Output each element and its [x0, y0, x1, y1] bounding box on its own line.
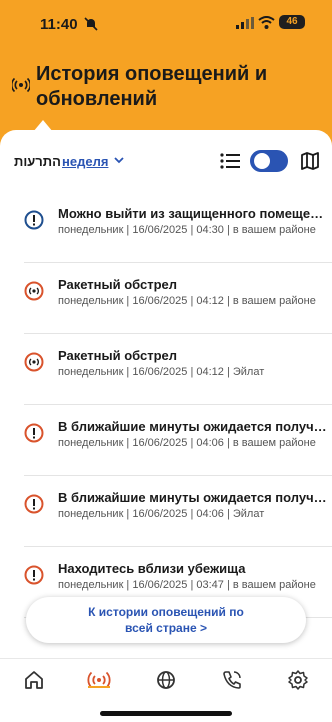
wifi-icon	[258, 16, 275, 29]
alert-item[interactable]: Ракетный обстрел понедельник | 16/06/202…	[24, 334, 332, 405]
alert-meta: понедельник | 16/06/2025 | 03:47 | в ваш…	[58, 579, 316, 591]
country-history-button[interactable]: К истории оповещений по всей стране >	[26, 597, 306, 643]
alert-item[interactable]: Можно выйти из защищенного помещения пон…	[24, 192, 332, 263]
home-indicator	[100, 711, 232, 716]
alert-title: В ближайшие минуты ожидается получе...	[58, 419, 330, 434]
alert-title: Ракетный обстрел	[58, 348, 178, 363]
period-dropdown[interactable]: неделя	[62, 154, 108, 169]
alert-title: Находитесь вблизи убежища	[58, 561, 246, 576]
rocket-alert-icon	[24, 352, 44, 372]
alert-item[interactable]: В ближайшие минуты ожидается получе... п…	[24, 476, 332, 547]
view-toggle[interactable]	[250, 150, 288, 172]
active-tab-indicator	[88, 686, 110, 688]
phone-icon[interactable]	[219, 667, 245, 693]
list-view-icon[interactable]	[220, 152, 240, 170]
filter-bar: התרעות неделя	[14, 150, 324, 174]
filter-label: התרעות	[14, 154, 61, 169]
chevron-down-icon[interactable]	[113, 154, 125, 166]
rocket-alert-icon	[24, 281, 44, 301]
alert-meta: понедельник | 16/06/2025 | 04:30 | в ваш…	[58, 224, 316, 236]
country-history-line1: К истории оповещений по	[88, 605, 244, 619]
sheet-notch	[33, 120, 53, 132]
status-time: 11:40	[40, 16, 78, 33]
cellular-signal-icon	[236, 17, 254, 29]
map-icon[interactable]	[300, 151, 320, 171]
broadcast-icon	[12, 77, 30, 93]
alerts-list: Можно выйти из защищенного помещения пон…	[0, 192, 332, 618]
tab-bar	[0, 658, 332, 722]
alert-item[interactable]: В ближайшие минуты ожидается получе... п…	[24, 405, 332, 476]
home-icon[interactable]	[21, 667, 47, 693]
globe-icon[interactable]	[153, 667, 179, 693]
info-icon	[24, 210, 44, 230]
alert-item[interactable]: Ракетный обстрел понедельник | 16/06/202…	[24, 263, 332, 334]
alert-title: Можно выйти из защищенного помещения	[58, 206, 330, 221]
status-bar: 11:40 46	[0, 0, 332, 46]
alert-meta: понедельник | 16/06/2025 | 04:06 | Эйлат	[58, 508, 265, 520]
country-history-line2: всей стране >	[125, 621, 207, 635]
warning-icon	[24, 565, 44, 585]
alerts-icon[interactable]	[86, 667, 112, 693]
warning-icon	[24, 494, 44, 514]
toggle-knob	[254, 153, 270, 169]
battery-indicator: 46	[279, 15, 305, 29]
settings-icon[interactable]	[285, 667, 311, 693]
warning-icon	[24, 423, 44, 443]
page-title: История оповещений и обновлений	[36, 63, 268, 110]
alert-meta: понедельник | 16/06/2025 | 04:12 | в ваш…	[58, 295, 316, 307]
bell-off-icon	[84, 17, 98, 31]
alert-meta: понедельник | 16/06/2025 | 04:06 | в ваш…	[58, 437, 316, 449]
alert-title: Ракетный обстрел	[58, 277, 178, 292]
alert-title: В ближайшие минуты ожидается получе...	[58, 490, 330, 505]
alert-meta: понедельник | 16/06/2025 | 04:12 | Эйлат	[58, 366, 265, 378]
